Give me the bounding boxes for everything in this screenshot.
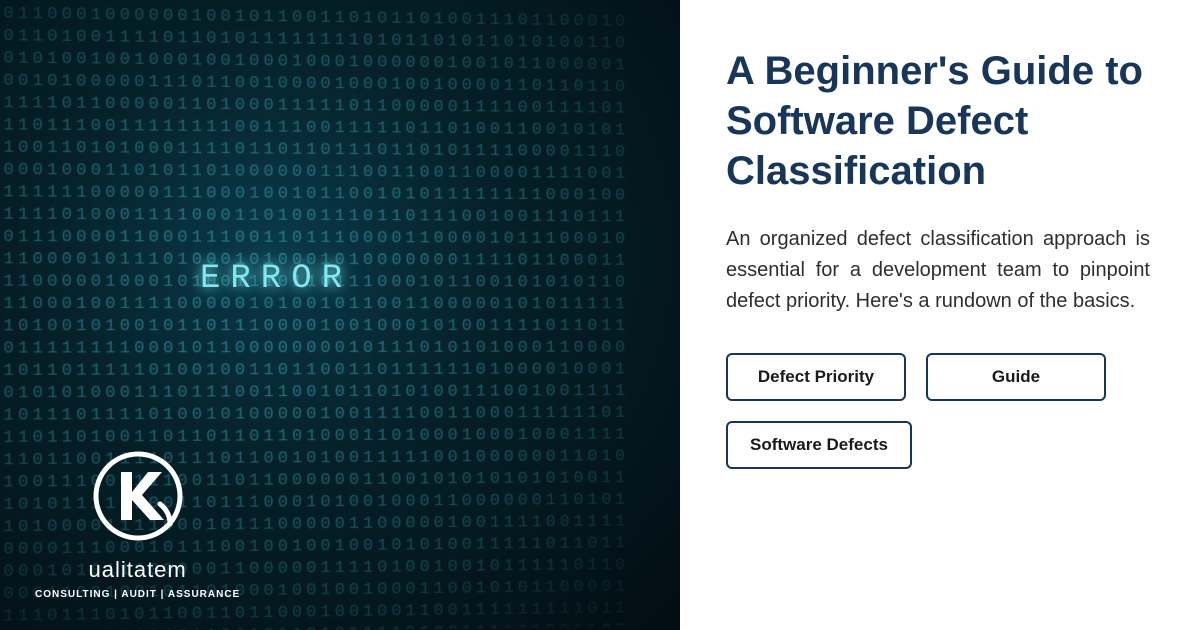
- logo-name: ualitatem: [35, 557, 240, 583]
- error-label: ERROR: [200, 260, 352, 298]
- brand-logo: ualitatem CONSULTING | AUDIT | ASSURANCE: [35, 446, 240, 600]
- tag-software-defects[interactable]: Software Defects: [726, 421, 912, 469]
- tag-group: Defect Priority Guide Software Defects: [726, 353, 1150, 469]
- logo-tagline: CONSULTING | AUDIT | ASSURANCE: [35, 589, 240, 600]
- hero-image-panel: 0110001000000100101100110101101001110110…: [0, 0, 680, 630]
- page-title: A Beginner's Guide to Software Defect Cl…: [726, 46, 1150, 196]
- content-panel: A Beginner's Guide to Software Defect Cl…: [680, 0, 1200, 630]
- logo-mark-icon: [88, 446, 188, 546]
- tag-defect-priority[interactable]: Defect Priority: [726, 353, 906, 401]
- tag-guide[interactable]: Guide: [926, 353, 1106, 401]
- page-description: An organized defect classification appro…: [726, 224, 1150, 317]
